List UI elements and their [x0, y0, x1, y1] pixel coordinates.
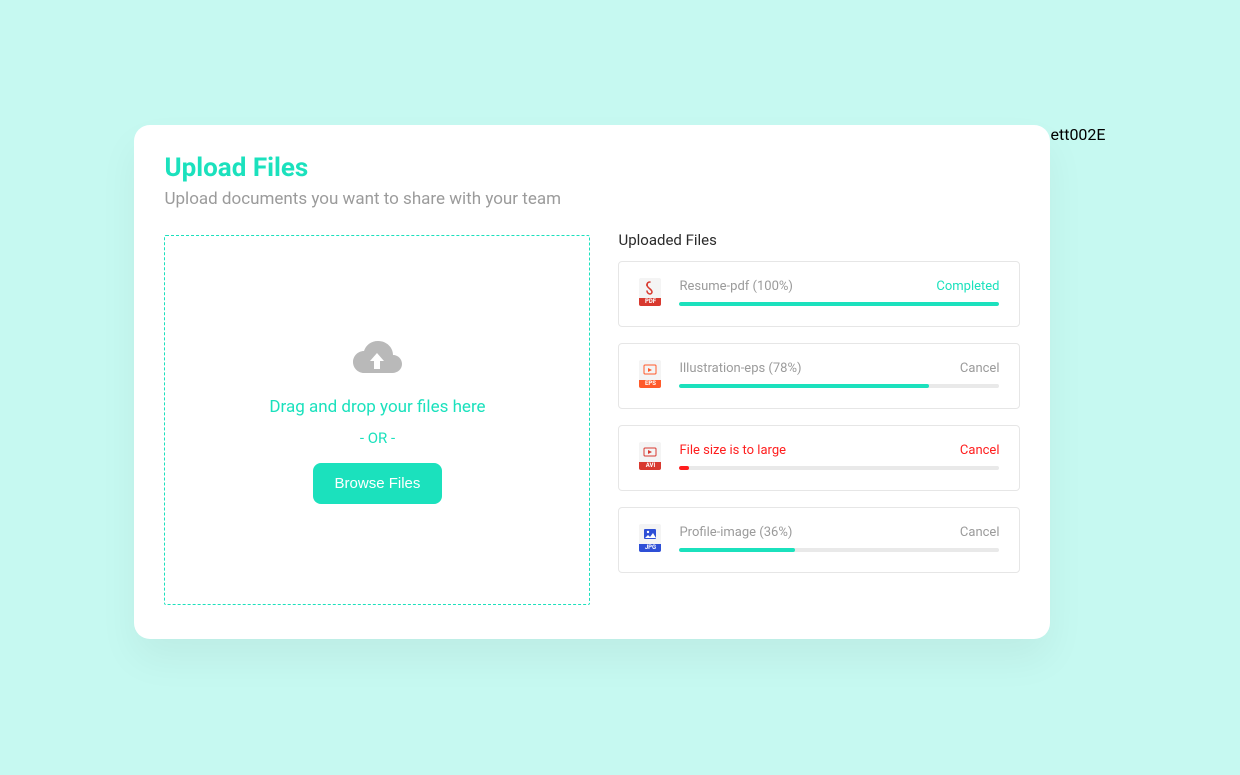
progress-track — [679, 302, 999, 306]
file-body: Profile-image (36%) Cancel — [679, 525, 999, 552]
cloud-upload-icon — [349, 337, 405, 377]
file-status-completed: Completed — [936, 279, 999, 294]
progress-bar — [679, 548, 794, 552]
page-subtitle: Upload documents you want to share with … — [164, 189, 1020, 209]
cancel-upload-button[interactable]: Cancel — [960, 525, 1000, 540]
uploaded-file-row: JPG Profile-image (36%) Cancel — [618, 507, 1020, 573]
progress-bar — [679, 466, 689, 470]
progress-track — [679, 466, 999, 470]
uploaded-heading: Uploaded Files — [618, 231, 1020, 249]
upload-card: Upload Files Upload documents you want t… — [134, 125, 1050, 639]
file-name: Illustration-eps (78%) — [679, 361, 801, 376]
progress-bar — [679, 384, 929, 388]
dropzone-or: - OR - — [360, 429, 395, 447]
file-body: Resume-pdf (100%) Completed — [679, 279, 999, 306]
cancel-upload-button[interactable]: Cancel — [960, 443, 1000, 458]
columns: Drag and drop your files here - OR - Bro… — [164, 235, 1020, 605]
progress-track — [679, 548, 999, 552]
eps-file-icon: EPS — [639, 360, 661, 388]
file-body: File size is to large Cancel — [679, 443, 999, 470]
uploaded-file-row: AVI File size is to large Cancel — [618, 425, 1020, 491]
file-body: Illustration-eps (78%) Cancel — [679, 361, 999, 388]
uploaded-file-row: PDF Resume-pdf (100%) Completed — [618, 261, 1020, 327]
browse-files-button[interactable]: Browse Files — [313, 463, 443, 504]
dropzone[interactable]: Drag and drop your files here - OR - Bro… — [164, 235, 590, 605]
cancel-upload-button[interactable]: Cancel — [960, 361, 1000, 376]
progress-bar — [679, 302, 999, 306]
page-title: Upload Files — [164, 153, 1020, 183]
avi-file-icon: AVI — [639, 442, 661, 470]
jpg-file-icon: JPG — [639, 524, 661, 552]
file-error-message: File size is to large — [679, 443, 786, 458]
dropzone-instruction: Drag and drop your files here — [269, 397, 485, 417]
uploaded-panel: Uploaded Files PDF Resume-pdf (100%) Com… — [618, 235, 1020, 605]
uploaded-file-row: EPS Illustration-eps (78%) Cancel — [618, 343, 1020, 409]
pdf-file-icon: PDF — [639, 278, 661, 306]
file-name: Resume-pdf (100%) — [679, 279, 792, 294]
progress-track — [679, 384, 999, 388]
file-name: Profile-image (36%) — [679, 525, 792, 540]
